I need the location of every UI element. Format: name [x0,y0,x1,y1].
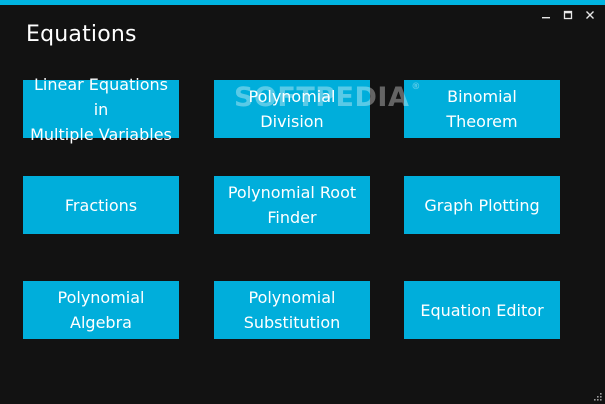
tile-polynomial-division[interactable]: Polynomial Division [214,80,370,138]
page-title: Equations [26,22,137,47]
tile-fractions[interactable]: Fractions [23,176,179,234]
tile-graph-plotting[interactable]: Graph Plotting [404,176,560,234]
resize-grip-icon[interactable] [593,392,603,402]
close-icon [586,11,594,19]
maximize-icon [563,10,573,20]
tile-polynomial-root-finder[interactable]: Polynomial Root Finder [214,176,370,234]
tile-binomial-theorem[interactable]: Binomial Theorem [404,80,560,138]
tile-linear-equations[interactable]: Linear Equations in Multiple Variables [23,75,179,144]
window-accent-bar [0,0,605,5]
tile-polynomial-algebra[interactable]: Polynomial Algebra [23,281,179,339]
maximize-button[interactable] [557,6,579,24]
minimize-icon [542,17,550,19]
close-button[interactable] [579,6,601,24]
minimize-button[interactable] [535,6,557,24]
tile-equation-editor[interactable]: Equation Editor [404,281,560,339]
window-controls [535,6,601,24]
tile-polynomial-substitution[interactable]: Polynomial Substitution [214,281,370,339]
